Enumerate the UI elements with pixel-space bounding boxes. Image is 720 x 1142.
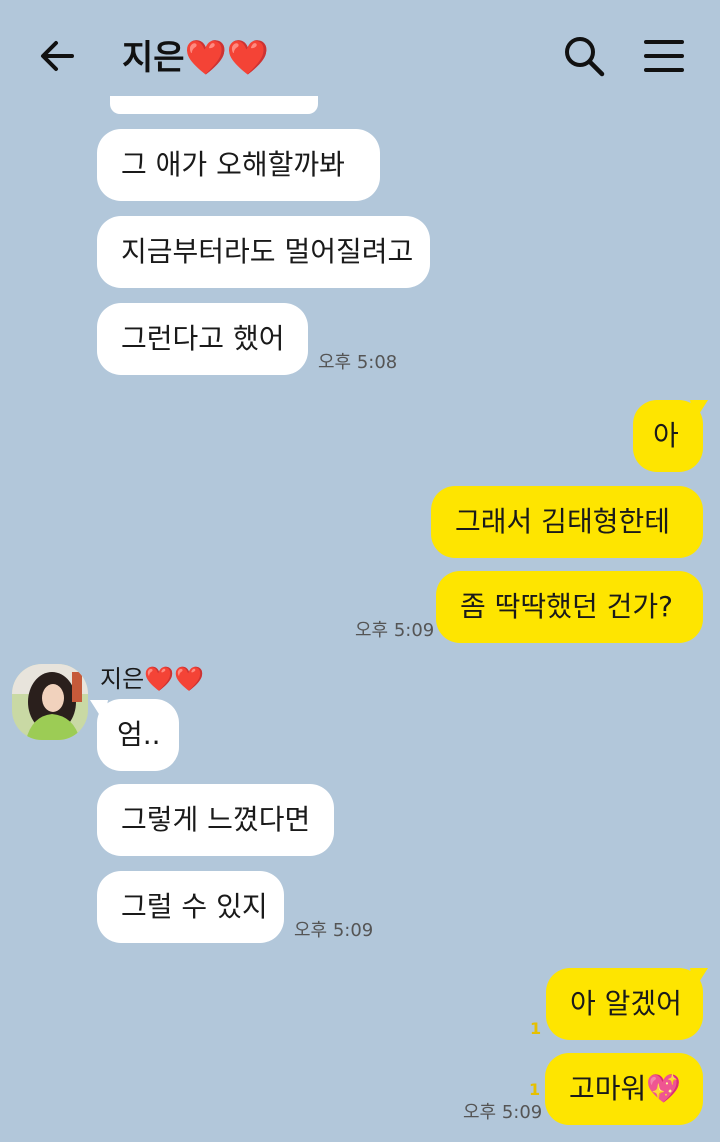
menu-button[interactable] bbox=[640, 34, 688, 78]
message-timestamp: 오후 5:09 bbox=[355, 620, 435, 641]
chat-title: 지은❤️❤️ bbox=[122, 38, 270, 78]
search-icon bbox=[565, 37, 605, 77]
sender-name: 지은❤️❤️ bbox=[100, 665, 204, 693]
scrolled-message-bubble bbox=[110, 96, 318, 114]
chat-header: 지은❤️❤️ bbox=[0, 0, 720, 110]
profile-photo bbox=[12, 664, 88, 740]
unread-count: 1 bbox=[530, 1019, 542, 1038]
message-timestamp: 오후 5:09 bbox=[463, 1102, 543, 1123]
message-timestamp: 오후 5:08 bbox=[318, 352, 398, 373]
incoming-message[interactable]: 지금부터라도 멀어질려고 bbox=[97, 216, 430, 288]
outgoing-message[interactable]: 아 알겠어 bbox=[546, 968, 703, 1040]
avatar[interactable] bbox=[12, 664, 88, 740]
unread-count: 1 bbox=[529, 1080, 541, 1099]
arrow-left-icon bbox=[41, 41, 74, 71]
outgoing-message[interactable]: 그래서 김태형한테 bbox=[431, 486, 703, 558]
bubble-tail bbox=[690, 400, 708, 422]
search-button[interactable] bbox=[562, 34, 606, 78]
bubble-tail bbox=[690, 968, 708, 990]
incoming-message[interactable]: 그 애가 오해할까봐 bbox=[97, 129, 380, 201]
hamburger-menu-icon bbox=[644, 40, 684, 72]
outgoing-message[interactable]: 좀 딱딱했던 건가? bbox=[436, 571, 703, 643]
message-timestamp: 오후 5:09 bbox=[294, 920, 374, 941]
incoming-message[interactable]: 엄.. bbox=[97, 699, 179, 771]
incoming-message[interactable]: 그렇게 느꼈다면 bbox=[97, 784, 334, 856]
incoming-message[interactable]: 그럴 수 있지 bbox=[97, 871, 284, 943]
outgoing-message[interactable]: 고마워💖 bbox=[545, 1053, 703, 1125]
back-button[interactable] bbox=[36, 34, 80, 78]
incoming-message[interactable]: 그런다고 했어 bbox=[97, 303, 308, 375]
